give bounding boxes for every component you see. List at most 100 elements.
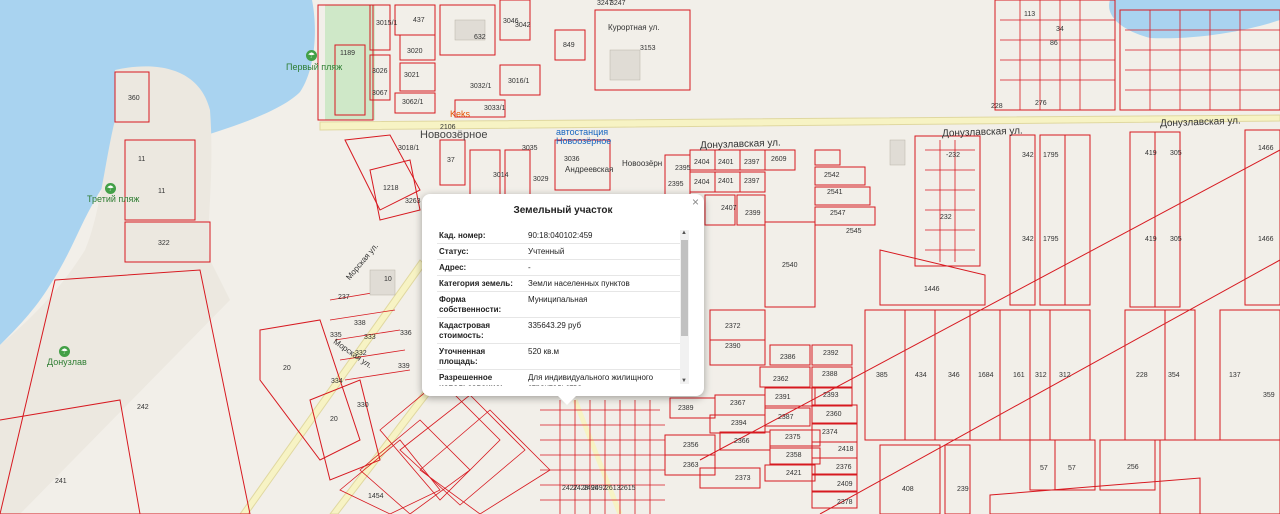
parcel-number-label[interactable]: 2372	[725, 323, 741, 330]
parcel-number-label[interactable]: 2404	[694, 179, 710, 186]
parcel-number-label[interactable]: 408	[902, 486, 914, 493]
parcel-number-label[interactable]: -232	[946, 152, 960, 159]
parcel-number-label[interactable]: 11	[138, 156, 145, 163]
parcel-number-label[interactable]: 2390	[725, 343, 741, 350]
parcel-number-label[interactable]: 849	[563, 42, 575, 49]
parcel-number-label[interactable]: 2389	[678, 405, 694, 412]
parcel-number-label[interactable]: 434	[915, 372, 927, 379]
close-icon[interactable]: ×	[692, 195, 699, 209]
parcel-number-label[interactable]: 237	[338, 294, 350, 301]
parcel-number-label[interactable]: 2386	[780, 354, 796, 361]
parcel-number-label[interactable]: 241	[55, 478, 67, 485]
parcel-number-label[interactable]: 342	[1022, 236, 1034, 243]
parcel-number-label[interactable]: 2395	[675, 165, 691, 172]
parcel-number-label[interactable]: 2391	[775, 394, 791, 401]
parcel-number-label[interactable]: 2394	[731, 420, 747, 427]
parcel-number-label[interactable]: 37	[447, 157, 455, 164]
beach-icon[interactable]: ☂	[306, 50, 317, 61]
poi-donuzlav[interactable]: Донузлав	[47, 358, 87, 367]
parcel-number-label[interactable]: 2615	[620, 485, 636, 492]
popup-scrollbar[interactable]: ▲ ▼	[680, 230, 689, 384]
parcel-number-label[interactable]: 2356	[683, 442, 699, 449]
parcel-number-label[interactable]: 228	[991, 103, 1003, 110]
parcel-number-label[interactable]: 2409	[837, 481, 853, 488]
parcel-number-label[interactable]: 322	[158, 240, 170, 247]
parcel-number-label[interactable]: 20	[283, 365, 291, 372]
parcel-number-label[interactable]: 57	[1068, 465, 1076, 472]
parcel-number-label[interactable]: 419	[1145, 150, 1157, 157]
parcel-number-label[interactable]: 3067	[372, 90, 388, 97]
parcel-number-label[interactable]: 2542	[824, 172, 840, 179]
parcel-number-label[interactable]: 3021	[404, 72, 420, 79]
parcel-number-label[interactable]: 20	[330, 416, 338, 423]
parcel-number-label[interactable]: 1466	[1258, 236, 1274, 243]
parcel-number-label[interactable]: 2358	[786, 452, 802, 459]
scroll-up-icon[interactable]: ▲	[681, 230, 687, 236]
parcel-number-label[interactable]: 2613	[605, 485, 621, 492]
parcel-number-label[interactable]: 419	[1145, 236, 1157, 243]
parcel-number-label[interactable]: 3020	[407, 48, 423, 55]
beach-icon[interactable]: ☂	[59, 346, 70, 357]
parcel-number-label[interactable]: 34	[1056, 26, 1064, 33]
parcel-number-label[interactable]: 86	[1050, 40, 1058, 47]
parcel-number-label[interactable]: 256	[1127, 464, 1139, 471]
parcel-number-label[interactable]: 339	[398, 363, 410, 370]
parcel-number-label[interactable]: 2375	[785, 434, 801, 441]
parcel-number-label[interactable]: 3018/1	[398, 145, 419, 152]
parcel-number-label[interactable]: 1684	[978, 372, 994, 379]
parcel-number-label[interactable]: 57	[1040, 465, 1048, 472]
parcel-number-label[interactable]: 3247	[610, 0, 626, 7]
parcel-number-label[interactable]: 334	[331, 378, 343, 385]
parcel-number-label[interactable]: 342	[1022, 152, 1034, 159]
parcel-number-label[interactable]: 137	[1229, 372, 1241, 379]
parcel-number-label[interactable]: 1466	[1258, 145, 1274, 152]
parcel-number-label[interactable]: 228	[1136, 372, 1148, 379]
parcel-number-label[interactable]: 161	[1013, 372, 1025, 379]
parcel-number-label[interactable]: 2404	[694, 159, 710, 166]
parcel-number-label[interactable]: 2374	[822, 429, 838, 436]
parcel-number-label[interactable]: 437	[413, 17, 425, 24]
parcel-number-label[interactable]: 3263	[405, 198, 421, 205]
beach-icon[interactable]: ☂	[105, 183, 116, 194]
parcel-number-label[interactable]: 2395	[668, 181, 684, 188]
parcel-number-label[interactable]: 3029	[533, 176, 549, 183]
parcel-number-label[interactable]: 2609	[771, 156, 787, 163]
parcel-number-label[interactable]: 346	[948, 372, 960, 379]
parcel-number-label[interactable]: 3032/1	[470, 83, 491, 90]
parcel-number-label[interactable]: 2378	[837, 499, 853, 506]
parcel-number-label[interactable]: 312	[1035, 372, 1047, 379]
parcel-number-label[interactable]: 360	[128, 95, 140, 102]
popup-attributes[interactable]: Кад. номер: 90:18:040102:459 Статус: Учтенн…	[437, 228, 687, 386]
parcel-number-label[interactable]: 305	[1170, 236, 1182, 243]
parcel-number-label[interactable]: 11	[158, 188, 165, 195]
parcel-number-label[interactable]: 359	[1263, 392, 1275, 399]
parcel-number-label[interactable]: 2373	[735, 475, 751, 482]
parcel-number-label[interactable]: 2421	[786, 470, 802, 477]
parcel-number-label[interactable]: 330	[357, 402, 369, 409]
parcel-number-label[interactable]: 3042	[515, 22, 531, 29]
parcel-number-label[interactable]: 2397	[744, 178, 760, 185]
parcel-number-label[interactable]: 336	[400, 330, 412, 337]
poi-bus-station[interactable]: автостанция Новоозёрное	[556, 128, 611, 146]
poi-first-beach[interactable]: Первый пляж	[286, 63, 342, 72]
scroll-down-icon[interactable]: ▼	[681, 378, 687, 384]
parcel-number-label[interactable]: 338	[354, 320, 366, 327]
parcel-number-label[interactable]: 2547	[830, 210, 846, 217]
parcel-number-label[interactable]: 10	[384, 276, 392, 283]
parcel-number-label[interactable]: 354	[1168, 372, 1180, 379]
parcel-number-label[interactable]: 2360	[826, 411, 842, 418]
parcel-number-label[interactable]: 2545	[846, 228, 862, 235]
parcel-number-label[interactable]: 1795	[1043, 152, 1059, 159]
parcel-number-label[interactable]: 3014	[493, 172, 509, 179]
parcel-number-label[interactable]: 335	[330, 332, 342, 339]
parcel-number-label[interactable]: 3016/1	[508, 78, 529, 85]
parcel-number-label[interactable]: 2418	[838, 446, 854, 453]
parcel-number-label[interactable]: 2388	[822, 371, 838, 378]
parcel-number-label[interactable]: 2362	[773, 376, 789, 383]
parcel-number-label[interactable]: 2401	[718, 159, 734, 166]
parcel-number-label[interactable]: 3033/1	[484, 105, 505, 112]
parcel-number-label[interactable]: 2367	[730, 400, 746, 407]
parcel-number-label[interactable]: 2393	[823, 392, 839, 399]
parcel-number-label[interactable]: 2363	[683, 462, 699, 469]
parcel-number-label[interactable]: 1454	[368, 493, 384, 500]
